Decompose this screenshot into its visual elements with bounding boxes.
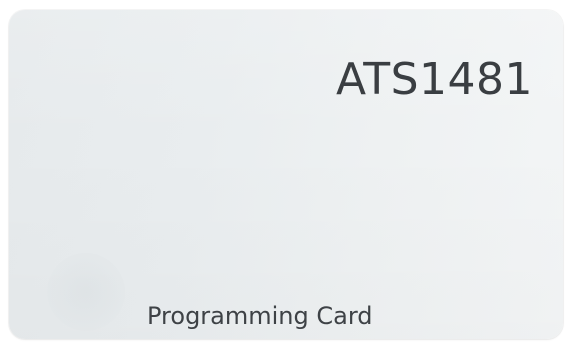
card-model-number: ATS1481 bbox=[336, 54, 533, 105]
programming-card: ATS1481 Programming Card bbox=[9, 10, 563, 339]
image-stage: ATS1481 Programming Card bbox=[0, 0, 567, 347]
card-faint-mark bbox=[47, 253, 125, 331]
card-label: Programming Card bbox=[147, 302, 373, 330]
